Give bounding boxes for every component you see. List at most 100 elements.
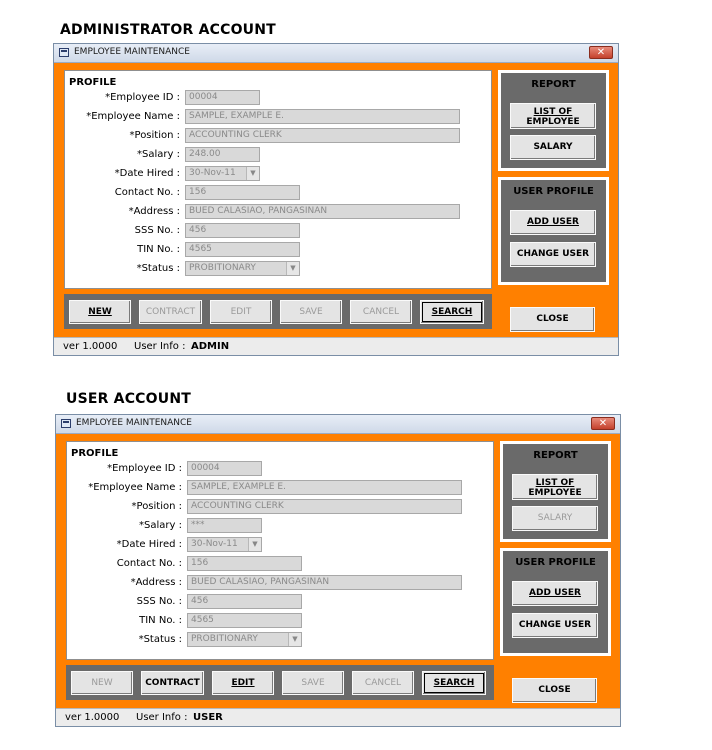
edit-button[interactable]: EDIT [212, 671, 274, 695]
edit-button[interactable]: EDIT [210, 300, 272, 324]
sss-no-field[interactable]: 456 [187, 594, 302, 609]
report-title: REPORT [533, 450, 578, 461]
change-user-button[interactable]: CHANGE USER [510, 242, 596, 267]
position-label: *Position : [131, 501, 182, 512]
date-hired-value: 30-Nov-11 [191, 539, 238, 549]
contract-button[interactable]: CONTRACT [141, 671, 204, 695]
window-titlebar[interactable]: EMPLOYEE MAINTENANCE ✕ [56, 415, 620, 434]
new-button[interactable]: NEW [69, 300, 131, 324]
salary-field[interactable]: 248.00 [185, 147, 260, 162]
report-panel: REPORT LIST OF EMPLOYEE SALARY [500, 441, 611, 542]
user-profile-title: USER PROFILE [515, 557, 596, 568]
user-profile-panel: USER PROFILE ADD USER CHANGE USER [498, 177, 609, 285]
employee-name-field[interactable]: SAMPLE, EXAMPLE E. [187, 480, 462, 495]
report-title: REPORT [531, 79, 576, 90]
window-close-icon[interactable]: ✕ [589, 46, 613, 59]
chevron-down-icon[interactable]: ▼ [286, 262, 299, 275]
search-button[interactable]: SEARCH [422, 671, 486, 695]
report-panel: REPORT LIST OF EMPLOYEE SALARY [498, 70, 609, 171]
action-button-bar: NEW CONTRACT EDIT SAVE CANCEL SEARCH [64, 294, 492, 329]
address-label: *Address : [130, 577, 182, 588]
change-user-button[interactable]: CHANGE USER [512, 613, 598, 638]
user-profile-panel: USER PROFILE ADD USER CHANGE USER [500, 548, 611, 656]
sss-no-label: SSS No. : [136, 596, 182, 607]
app-window-icon [61, 419, 71, 428]
employee-name-field[interactable]: SAMPLE, EXAMPLE E. [185, 109, 460, 124]
salary-report-button[interactable]: SALARY [512, 506, 598, 531]
close-button[interactable]: CLOSE [510, 307, 595, 332]
address-field[interactable]: BUED CALASIAO, PANGASINAN [185, 204, 460, 219]
app-window-icon [59, 48, 69, 57]
employee-name-label: *Employee Name : [88, 482, 182, 493]
save-button[interactable]: SAVE [282, 671, 344, 695]
list-of-employee-button[interactable]: LIST OF EMPLOYEE [510, 103, 596, 129]
profile-title: PROFILE [71, 448, 119, 459]
profile-title: PROFILE [69, 77, 117, 88]
date-hired-picker[interactable]: 30-Nov-11 ▼ [187, 537, 262, 552]
window-titlebar[interactable]: EMPLOYEE MAINTENANCE ✕ [54, 44, 618, 63]
version-text: ver 1.0000 [63, 341, 118, 352]
contact-no-field[interactable]: 156 [185, 185, 300, 200]
tin-no-field[interactable]: 4565 [185, 242, 300, 257]
close-button[interactable]: CLOSE [512, 678, 597, 703]
salary-label: *Salary : [137, 149, 180, 160]
address-field[interactable]: BUED CALASIAO, PANGASINAN [187, 575, 462, 590]
position-label: *Position : [129, 130, 180, 141]
contract-button[interactable]: CONTRACT [139, 300, 202, 324]
status-bar: ver 1.0000 User Info : USER [56, 708, 620, 726]
user-info-value: USER [193, 712, 223, 723]
date-hired-label: *Date Hired : [114, 168, 180, 179]
status-bar: ver 1.0000 User Info : ADMIN [54, 337, 618, 355]
employee-name-label: *Employee Name : [86, 111, 180, 122]
chevron-down-icon[interactable]: ▼ [248, 538, 261, 551]
status-label: *Status : [138, 634, 182, 645]
salary-label: *Salary : [139, 520, 182, 531]
tin-no-label: TIN No. : [137, 244, 180, 255]
user-info-label: User Info : [134, 341, 186, 352]
employee-id-field[interactable]: 00004 [187, 461, 262, 476]
status-select[interactable]: PROBITIONARY ▼ [185, 261, 300, 276]
cancel-button[interactable]: CANCEL [352, 671, 414, 695]
new-button[interactable]: NEW [71, 671, 133, 695]
employee-id-label: *Employee ID : [105, 92, 180, 103]
chevron-down-icon[interactable]: ▼ [288, 633, 301, 646]
salary-field[interactable]: *** [187, 518, 262, 533]
add-user-button[interactable]: ADD USER [510, 210, 596, 235]
tin-no-label: TIN No. : [139, 615, 182, 626]
cancel-button[interactable]: CANCEL [350, 300, 412, 324]
window-title: EMPLOYEE MAINTENANCE [76, 418, 192, 428]
window-title: EMPLOYEE MAINTENANCE [74, 47, 190, 57]
version-text: ver 1.0000 [65, 712, 120, 723]
search-button[interactable]: SEARCH [420, 300, 484, 324]
profile-panel: PROFILE *Employee ID : 00004 *Employee N… [66, 441, 494, 660]
window-client-area: PROFILE *Employee ID : 00004 *Employee N… [56, 434, 620, 709]
position-field[interactable]: ACCOUNTING CLERK [185, 128, 460, 143]
save-button[interactable]: SAVE [280, 300, 342, 324]
contact-no-label: Contact No. : [116, 558, 182, 569]
window-close-icon[interactable]: ✕ [591, 417, 615, 430]
salary-report-button[interactable]: SALARY [510, 135, 596, 160]
employee-maintenance-window-admin: EMPLOYEE MAINTENANCE ✕ PROFILE *Employee… [53, 43, 619, 356]
sss-no-label: SSS No. : [134, 225, 180, 236]
status-value: PROBITIONARY [191, 634, 258, 644]
list-of-employee-button[interactable]: LIST OF EMPLOYEE [512, 474, 598, 500]
action-button-bar: NEW CONTRACT EDIT SAVE CANCEL SEARCH [66, 665, 494, 700]
section-heading-user: USER ACCOUNT [66, 391, 191, 407]
status-label: *Status : [136, 263, 180, 274]
chevron-down-icon[interactable]: ▼ [246, 167, 259, 180]
date-hired-value: 30-Nov-11 [189, 168, 236, 178]
date-hired-label: *Date Hired : [116, 539, 182, 550]
date-hired-picker[interactable]: 30-Nov-11 ▼ [185, 166, 260, 181]
position-field[interactable]: ACCOUNTING CLERK [187, 499, 462, 514]
employee-id-field[interactable]: 00004 [185, 90, 260, 105]
contact-no-field[interactable]: 156 [187, 556, 302, 571]
tin-no-field[interactable]: 4565 [187, 613, 302, 628]
employee-id-label: *Employee ID : [107, 463, 182, 474]
employee-maintenance-window-user: EMPLOYEE MAINTENANCE ✕ PROFILE *Employee… [55, 414, 621, 727]
contact-no-label: Contact No. : [114, 187, 180, 198]
add-user-button[interactable]: ADD USER [512, 581, 598, 606]
user-info-label: User Info : [136, 712, 188, 723]
status-select[interactable]: PROBITIONARY ▼ [187, 632, 302, 647]
sss-no-field[interactable]: 456 [185, 223, 300, 238]
user-info-value: ADMIN [191, 341, 230, 352]
